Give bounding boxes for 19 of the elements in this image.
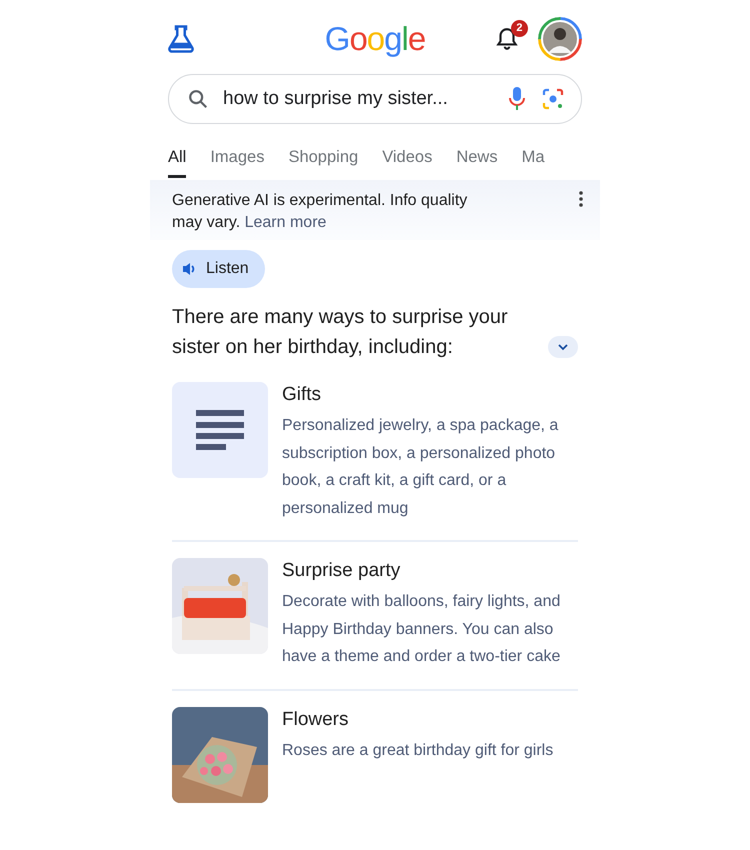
tab[interactable]: Shopping	[288, 148, 358, 178]
learn-more-link[interactable]: Learn more	[244, 214, 326, 231]
tab[interactable]: News	[456, 148, 498, 178]
item-description: Roses are a great birthday gift for girls	[282, 740, 554, 760]
search-field[interactable]: how to surprise my sister...	[168, 74, 582, 124]
tab[interactable]: Videos	[382, 148, 432, 178]
listen-button[interactable]: Listen	[172, 250, 265, 288]
tab[interactable]: Ma	[522, 148, 545, 178]
search-query: how to surprise my sister...	[223, 88, 449, 110]
item-description: Decorate with balloons, fairy lights, and Happy Birthday banners. You can also have a theme and order a two-tier cake	[282, 592, 562, 667]
item-description: Personalized jewelry, a spa package, a subscription box, a personalized photo book, a craft kit, a gift card, or a personalized mug	[282, 416, 560, 518]
tab[interactable]: Images	[210, 148, 264, 178]
google-logo: Google	[324, 20, 426, 58]
item-title: Flowers	[282, 708, 350, 730]
notification-badge: 2	[510, 20, 528, 37]
item-title: Surprise party	[282, 560, 402, 582]
item-title: Gifts	[282, 384, 322, 406]
notice-text: Generative AI is experimental. Info quality may vary. Learn more	[172, 191, 468, 233]
summary-text: There are many ways to surprise your sister on her birthday, including:	[172, 305, 509, 360]
